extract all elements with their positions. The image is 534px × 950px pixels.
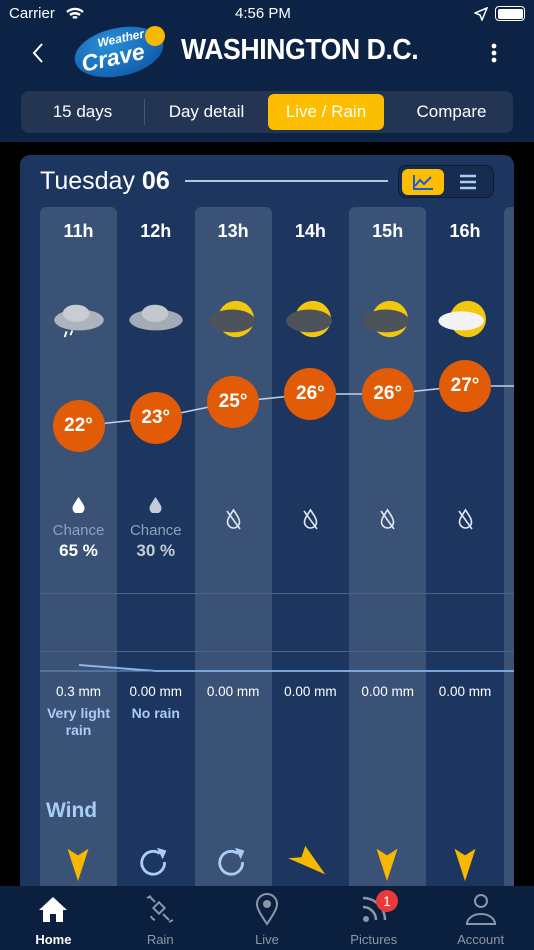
rain-line <box>40 664 514 672</box>
home-icon <box>39 897 68 922</box>
tab-bar: 15 days Day detail Live / Rain Compare <box>21 91 513 133</box>
wind-label: Wind <box>46 799 98 822</box>
nav-live[interactable]: Live <box>214 886 321 950</box>
temperature-bubble: 23° <box>129 392 182 444</box>
location-pin-icon <box>255 893 278 926</box>
satellite-icon <box>146 895 174 923</box>
nav-label: Account <box>457 932 505 947</box>
nav-pictures[interactable]: 1 Pictures <box>320 886 427 950</box>
tab-live-rain[interactable]: Live / Rain <box>268 94 384 130</box>
clock: 4:56 PM <box>235 5 291 22</box>
temperature-bubble: 26° <box>284 368 337 420</box>
tab-day-detail[interactable]: Day detail <box>145 94 268 130</box>
app-header: Carrier 4:56 PM Weather Crave WASHINGTON… <box>0 0 534 142</box>
nav-home[interactable]: Home <box>0 886 107 950</box>
page-title: WASHINGTON D.C. <box>181 34 419 66</box>
more-options-icon[interactable] <box>489 42 499 64</box>
logo-text-bottom: Crave <box>78 38 147 77</box>
user-icon <box>465 894 496 925</box>
nav-label: Pictures <box>350 932 398 947</box>
temperature-bubble: 27° <box>439 360 491 412</box>
tab-15-days[interactable]: 15 days <box>21 94 144 130</box>
location-arrow-icon <box>474 7 488 21</box>
back-button[interactable] <box>31 42 45 64</box>
logo-sun <box>145 26 165 46</box>
hourly-card: Tuesday 06 11h Chance 65 % 0.3 mm Very lig… <box>20 155 514 895</box>
battery-icon <box>495 6 525 21</box>
nav-rain[interactable]: Rain <box>107 886 214 950</box>
nav-label: Home <box>35 932 72 947</box>
tab-compare[interactable]: Compare <box>390 94 513 130</box>
temperature-bubble: 25° <box>207 376 260 428</box>
temperature-bubble: 22° <box>52 400 105 452</box>
carrier: Carrier <box>9 5 55 22</box>
temperature-bubble: 26° <box>361 368 414 420</box>
wifi-icon <box>66 7 84 20</box>
nav-label: Live <box>255 932 279 947</box>
notification-badge: 1 <box>375 890 398 912</box>
nav-account[interactable]: Account <box>427 886 534 950</box>
nav-label: Rain <box>146 932 174 947</box>
bottom-nav: Home Rain Live 1 Pictures Account <box>0 886 534 950</box>
